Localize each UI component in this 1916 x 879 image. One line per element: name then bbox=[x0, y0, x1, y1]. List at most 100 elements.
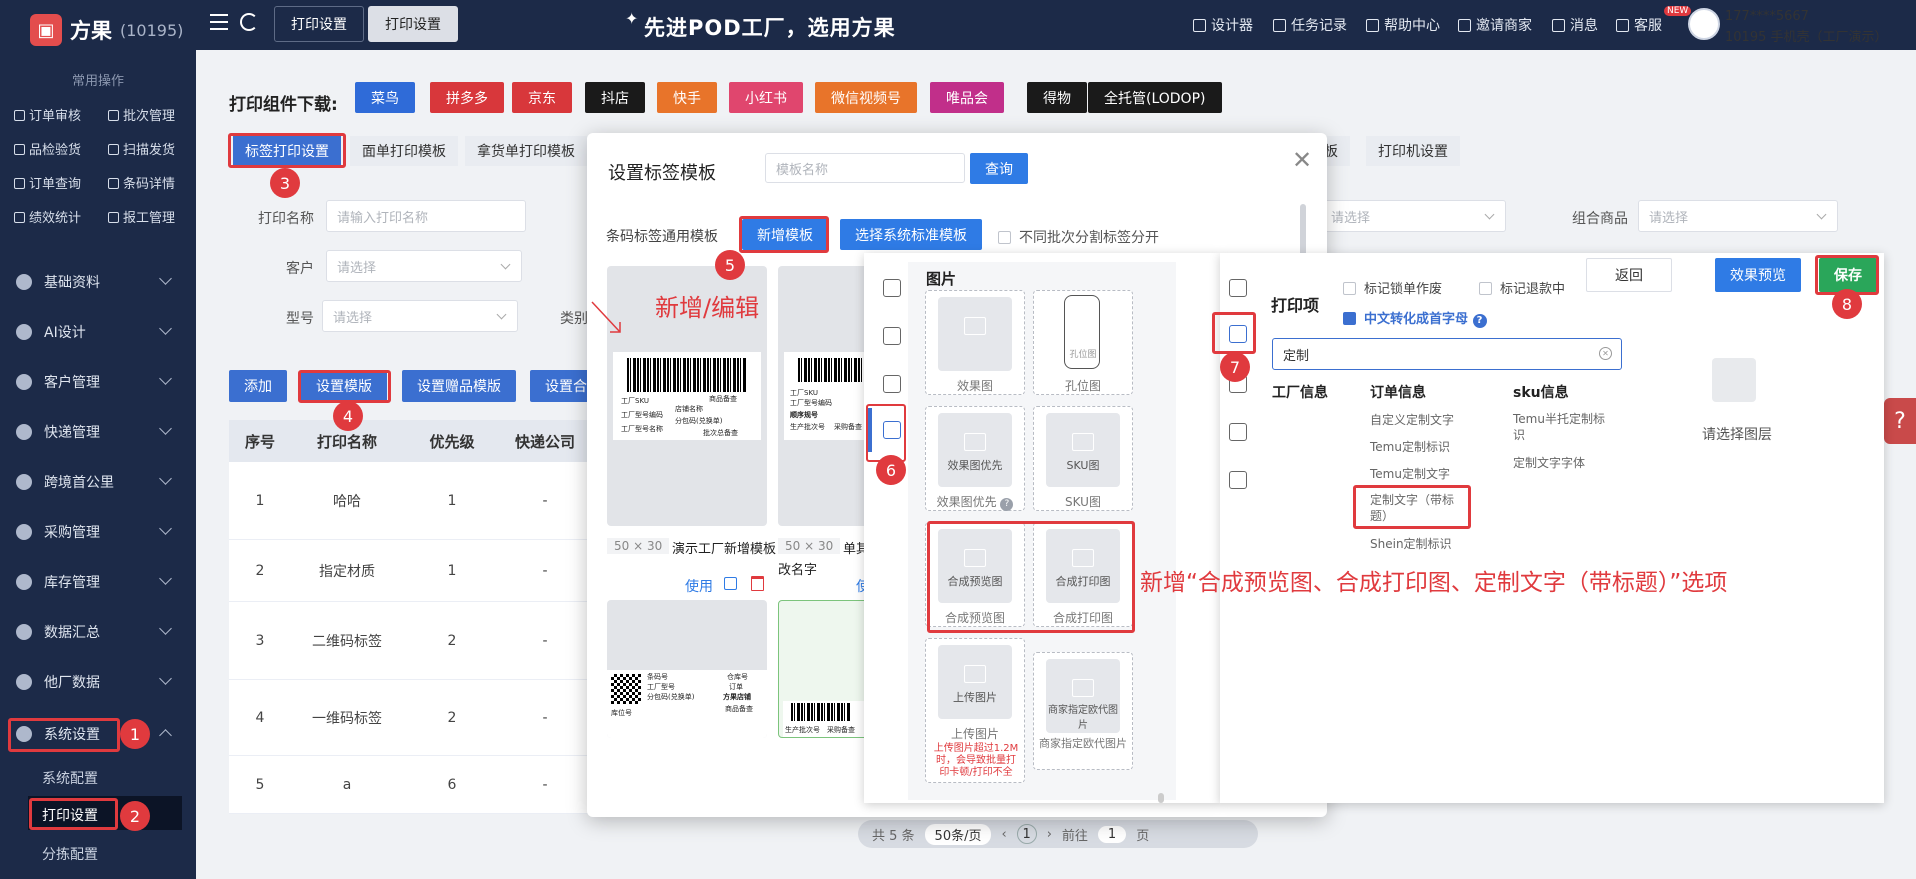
text-icon[interactable] bbox=[1229, 279, 1247, 297]
table-row[interactable]: 4 一维码标签 2- bbox=[229, 680, 589, 756]
avatar[interactable] bbox=[1688, 8, 1720, 40]
refresh-icon[interactable] bbox=[240, 13, 258, 31]
platform-wechat-video[interactable]: 微信视频号 bbox=[815, 82, 917, 113]
link-task-log[interactable]: 任务记录 bbox=[1273, 15, 1347, 35]
effect-preview-button[interactable]: 效果预览 bbox=[1715, 258, 1801, 292]
link-messages[interactable]: 消息 bbox=[1552, 15, 1598, 35]
topbar-tab-print-settings[interactable]: 打印设置 bbox=[274, 6, 364, 42]
quick-link-scan-ship[interactable]: 扫描发货 bbox=[108, 139, 175, 158]
nav-customers[interactable]: 客户管理 bbox=[0, 360, 196, 404]
text-icon[interactable] bbox=[883, 279, 901, 297]
select-standard-template-button[interactable]: 选择系统标准模板 bbox=[840, 219, 982, 250]
image-icon[interactable] bbox=[1229, 423, 1247, 441]
nav-data-summary[interactable]: 数据汇总 bbox=[0, 610, 196, 654]
menu-toggle-icon[interactable] bbox=[210, 14, 228, 30]
link-invite[interactable]: 邀请商家 bbox=[1458, 15, 1532, 35]
filter-combo-select[interactable]: 请选择 bbox=[1638, 200, 1838, 232]
quick-link-barcode[interactable]: 条码详情 bbox=[108, 173, 175, 192]
textbox-icon[interactable] bbox=[1229, 471, 1247, 489]
template-card-4[interactable]: 生产批次号 采购备查 bbox=[778, 600, 868, 738]
filter-print-name-input[interactable]: 请输入打印名称 bbox=[326, 200, 526, 232]
template-card-3[interactable]: 条码号 工厂型号 分包码(兑换单) 库位号 仓库号 订单 方果店铺 商品备查 bbox=[607, 600, 767, 738]
add-button[interactable]: 添加 bbox=[229, 370, 287, 402]
order-item[interactable]: 自定义定制文字 bbox=[1370, 411, 1454, 428]
nav-ai-design[interactable]: AI设计 bbox=[0, 310, 196, 354]
print-item-search-input[interactable]: 定制 bbox=[1272, 338, 1622, 370]
quick-link-qc[interactable]: 品检验货 bbox=[14, 139, 81, 158]
qrcode-icon[interactable] bbox=[883, 375, 901, 393]
table-row[interactable]: 3 二维码标签 2- bbox=[229, 602, 589, 680]
table-row[interactable]: 5a6- bbox=[229, 756, 589, 814]
printer-icon[interactable] bbox=[883, 327, 901, 345]
nav-express[interactable]: 快递管理 bbox=[0, 410, 196, 454]
help-icon[interactable]: ? bbox=[1472, 314, 1487, 328]
pager-size-select[interactable]: 50条/页 bbox=[924, 823, 992, 845]
lock-order-checkbox[interactable]: 标记锁单作废 bbox=[1343, 278, 1442, 297]
pager-prev-icon[interactable]: ‹ bbox=[1001, 827, 1006, 842]
set-gift-template-button[interactable]: 设置赠品模版 bbox=[402, 370, 516, 402]
platform-xiaohongshu[interactable]: 小红书 bbox=[729, 82, 803, 113]
platform-dewu[interactable]: 得物 bbox=[1027, 82, 1087, 113]
platform-vip[interactable]: 唯品会 bbox=[930, 82, 1004, 113]
refund-checkbox[interactable]: 标记退款中 bbox=[1479, 278, 1565, 297]
image-item-upload[interactable]: 上传图片 上传图片 上传图片超过1.2M时，会导致批量打印卡顿/打印不全 bbox=[925, 638, 1025, 783]
pager-goto-input[interactable]: 1 bbox=[1097, 825, 1127, 843]
image-item-eu-rep[interactable]: 商家指定欧代图片 商家指定欧代图片 bbox=[1033, 652, 1133, 770]
filter-right-select[interactable]: 请选择 bbox=[1320, 200, 1506, 232]
tab-pickup-template[interactable]: 拿货单打印模板 bbox=[465, 136, 587, 166]
quick-link-order-query[interactable]: 订单查询 bbox=[14, 173, 81, 192]
pager-next-icon[interactable]: › bbox=[1047, 827, 1052, 842]
quick-link-kpi[interactable]: 绩效统计 bbox=[14, 207, 81, 226]
nav-other-factory[interactable]: 他厂数据 bbox=[0, 660, 196, 704]
card1-use-link[interactable]: 使用 bbox=[685, 576, 713, 596]
platform-douyin[interactable]: 抖店 bbox=[585, 82, 645, 113]
platform-kuaishou[interactable]: 快手 bbox=[657, 82, 717, 113]
sku-item[interactable]: 定制文字字体 bbox=[1513, 454, 1585, 471]
clear-icon[interactable]: ✕ bbox=[1599, 347, 1612, 360]
order-item[interactable]: Temu定制文字 bbox=[1370, 465, 1450, 482]
brand-logo[interactable]: ▣ 方果 (10195) bbox=[30, 12, 183, 48]
order-item[interactable]: Shein定制标识 bbox=[1370, 535, 1452, 552]
order-item[interactable]: Temu定制标识 bbox=[1370, 438, 1450, 455]
image-item-effect-first[interactable]: 效果图优先 效果图优先 ? bbox=[925, 406, 1025, 511]
subnav-system-config[interactable]: 系统配置 bbox=[0, 768, 196, 788]
sku-item[interactable]: Temu半托定制标识 bbox=[1513, 411, 1613, 443]
nav-inventory[interactable]: 库存管理 bbox=[0, 560, 196, 604]
split-batch-checkbox[interactable]: 不同批次分割标签分开 bbox=[998, 227, 1159, 247]
filter-model-select[interactable]: 请选择 bbox=[322, 300, 518, 332]
quick-link-order-review[interactable]: 订单审核 bbox=[14, 105, 81, 124]
platform-pdd[interactable]: 拼多多 bbox=[430, 82, 504, 113]
image-item-hole[interactable]: 孔位图 孔位图 bbox=[1033, 290, 1133, 395]
nav-purchase[interactable]: 采购管理 bbox=[0, 510, 196, 554]
close-icon[interactable]: ✕ bbox=[1292, 146, 1312, 174]
tab-waybill-template[interactable]: 面单打印模板 bbox=[350, 136, 458, 166]
tab-printer-settings[interactable]: 打印机设置 bbox=[1366, 136, 1460, 166]
platform-lodop[interactable]: 全托管(LODOP) bbox=[1088, 82, 1222, 113]
pager-current[interactable]: 1 bbox=[1016, 824, 1037, 844]
copy-icon[interactable] bbox=[724, 577, 737, 590]
table-row[interactable]: 2 指定材质 1- bbox=[229, 540, 589, 602]
floating-help-icon[interactable]: ? bbox=[1884, 398, 1916, 444]
link-designer[interactable]: 设计器 bbox=[1193, 15, 1253, 35]
nav-basic-data[interactable]: 基础资料 bbox=[0, 260, 196, 304]
platform-jd[interactable]: 京东 bbox=[512, 82, 572, 113]
filter-customer-select[interactable]: 请选择 bbox=[326, 250, 522, 282]
topbar-tab-print-settings-active[interactable]: 打印设置 bbox=[368, 6, 458, 42]
quick-link-report[interactable]: 报工管理 bbox=[108, 207, 175, 226]
table-row[interactable]: 1 哈哈 1- bbox=[229, 462, 589, 540]
help-icon[interactable]: ? bbox=[1000, 498, 1014, 511]
modal-query-button[interactable]: 查询 bbox=[970, 153, 1028, 184]
quick-link-batch[interactable]: 批次管理 bbox=[108, 105, 175, 124]
platform-cainiao[interactable]: 菜鸟 bbox=[355, 82, 415, 113]
image-list-scrollbar[interactable] bbox=[1158, 793, 1164, 803]
initial-letter-checkbox[interactable]: 中文转化成首字母 ? bbox=[1343, 308, 1487, 328]
template-card-2[interactable]: 工厂SKU 工厂型号编码 顺序规号 生产批次号 采购备查 bbox=[778, 266, 868, 526]
image-item-sku[interactable]: SKU图 SKU图 bbox=[1033, 406, 1133, 511]
back-button[interactable]: 返回 bbox=[1586, 258, 1672, 292]
set-combo-button[interactable]: 设置合 bbox=[530, 370, 595, 402]
image-item-effect[interactable]: 效果图 bbox=[925, 290, 1025, 395]
nav-crossborder[interactable]: 跨境首公里 bbox=[0, 460, 196, 504]
link-support[interactable]: 客服 bbox=[1616, 15, 1662, 35]
template-name-input[interactable]: 模板名称 bbox=[765, 153, 965, 183]
subnav-sort-config[interactable]: 分拣配置 bbox=[0, 844, 196, 864]
